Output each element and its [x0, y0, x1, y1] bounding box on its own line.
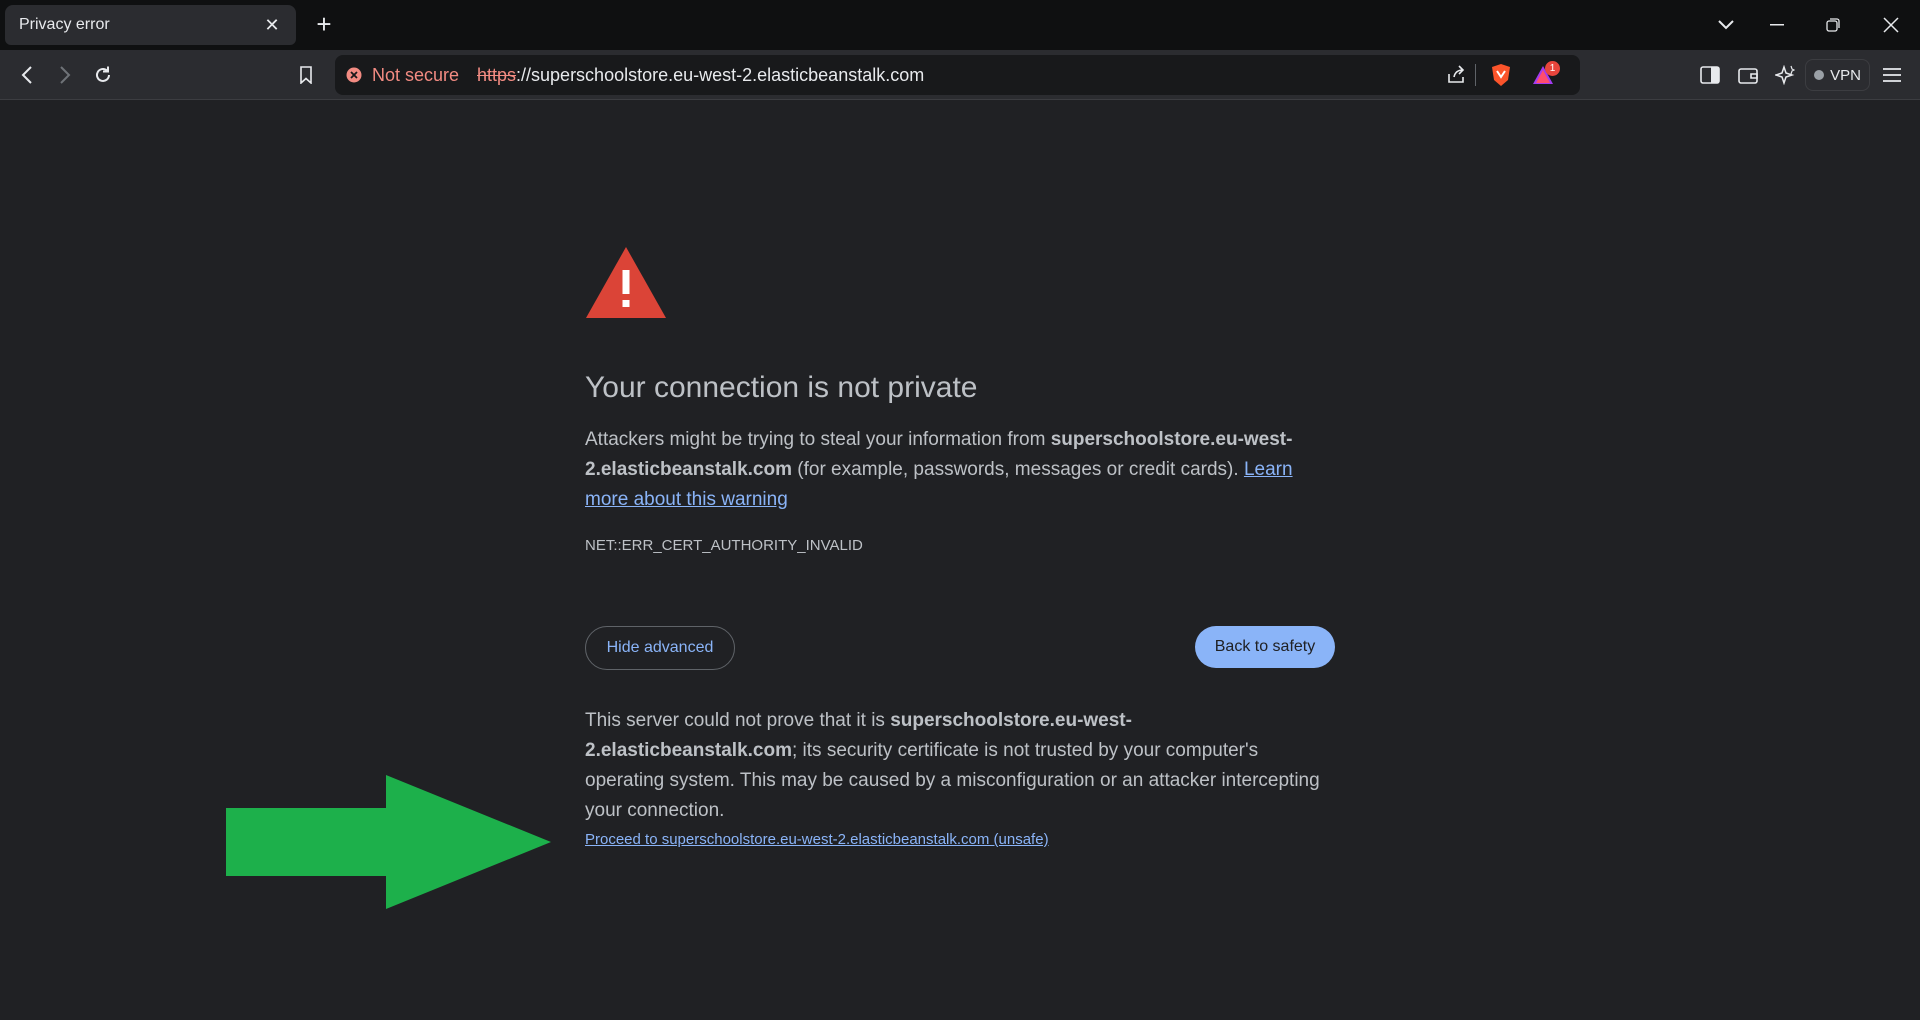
tab-strip: Privacy error ✕ +: [0, 0, 1920, 50]
rewards-badge: 1: [1545, 61, 1560, 76]
share-icon[interactable]: [1441, 60, 1471, 90]
close-window-icon[interactable]: [1876, 10, 1906, 40]
back-to-safety-button[interactable]: Back to safety: [1195, 626, 1335, 668]
brave-shield-icon[interactable]: [1486, 60, 1516, 90]
not-secure-icon: [346, 67, 362, 83]
toolbar-divider: [1475, 64, 1476, 86]
url-text[interactable]: https://superschoolstore.eu-west-2.elast…: [477, 64, 924, 86]
intro-text-after: (for example, passwords, messages or cre…: [792, 459, 1244, 480]
forward-icon[interactable]: [50, 60, 80, 90]
error-code: NET::ERR_CERT_AUTHORITY_INVALID: [585, 537, 863, 554]
new-tab-button[interactable]: +: [313, 11, 335, 39]
page-title: Your connection is not private: [585, 371, 978, 404]
bookmark-icon[interactable]: [291, 60, 321, 90]
proceed-unsafe-link[interactable]: Proceed to superschoolstore.eu-west-2.el…: [585, 831, 1049, 848]
intro-paragraph: Attackers might be trying to steal your …: [585, 425, 1335, 515]
green-arrow-annotation: [226, 775, 551, 909]
intro-text: Attackers might be trying to steal your …: [585, 429, 1051, 450]
tab-title: Privacy error: [19, 16, 110, 33]
sidebar-icon[interactable]: [1695, 60, 1725, 90]
vpn-status-dot: [1814, 70, 1825, 80]
hide-advanced-button[interactable]: Hide advanced: [585, 626, 735, 670]
close-tab-icon[interactable]: ✕: [262, 15, 282, 35]
menu-icon[interactable]: [1877, 60, 1907, 90]
url-host: ://superschoolstore.eu-west-2.elasticbea…: [516, 65, 925, 85]
wallet-icon[interactable]: [1733, 60, 1763, 90]
security-indicator[interactable]: Not secure: [346, 64, 459, 86]
warning-triangle-icon: [586, 247, 666, 318]
tab-privacy-error[interactable]: Privacy error ✕: [5, 5, 296, 45]
details-paragraph: This server could not prove that it is s…: [585, 706, 1335, 826]
leo-ai-icon[interactable]: [1770, 60, 1800, 90]
not-secure-label: Not secure: [372, 64, 460, 85]
vpn-label: VPN: [1830, 66, 1861, 84]
url-scheme: https: [477, 65, 517, 85]
vpn-button[interactable]: VPN: [1805, 59, 1870, 91]
reload-icon[interactable]: [88, 60, 118, 90]
restore-icon[interactable]: [1818, 10, 1848, 40]
tab-search-chevron-icon[interactable]: [1711, 10, 1741, 40]
details-text: This server could not prove that it is: [585, 710, 891, 731]
back-icon[interactable]: [12, 60, 42, 90]
minimize-icon[interactable]: [1762, 10, 1792, 40]
